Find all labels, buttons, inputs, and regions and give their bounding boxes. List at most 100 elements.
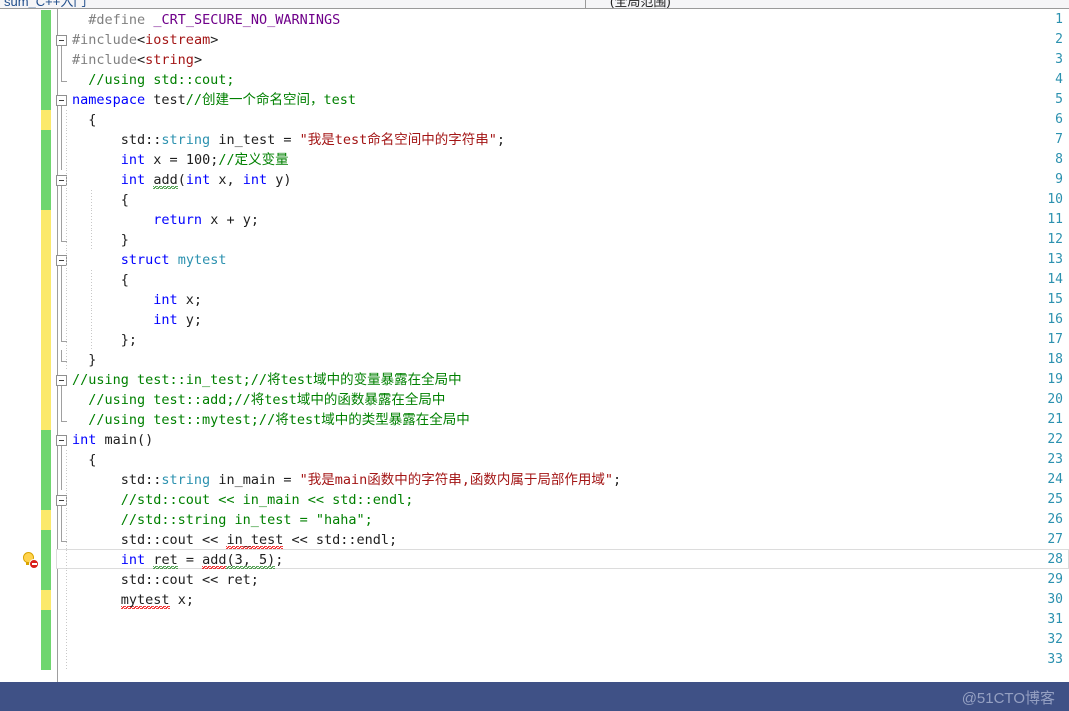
code-text[interactable]: return x + y;	[72, 210, 259, 230]
active-tab-label[interactable]: sum_C++入门	[4, 0, 86, 8]
fold-collapse-icon[interactable]	[56, 35, 67, 46]
code-row[interactable]: 6 {	[0, 110, 1069, 130]
code-row[interactable]: 9 int add(int x, int y)	[0, 170, 1069, 190]
fold-marker[interactable]	[52, 30, 74, 50]
code-text[interactable]: mytest x;	[72, 590, 194, 610]
fold-marker[interactable]	[52, 290, 74, 310]
code-row[interactable]: 12 }	[0, 230, 1069, 250]
code-row[interactable]: 27 std::cout << in_test << std::endl;	[0, 530, 1069, 550]
code-token: string	[161, 472, 211, 488]
code-row[interactable]: 1 #define _CRT_SECURE_NO_WARNINGS	[0, 10, 1069, 30]
fold-marker[interactable]	[52, 210, 74, 230]
code-text[interactable]: //using test::mytest;//将test域中的类型暴露在全局中	[72, 410, 469, 430]
fold-marker[interactable]	[52, 130, 74, 150]
fold-marker[interactable]	[52, 270, 74, 290]
code-row[interactable]: 11 return x + y;	[0, 210, 1069, 230]
code-row[interactable]: 14 {	[0, 270, 1069, 290]
code-text[interactable]: //using test::add;//将test域中的函数暴露在全局中	[72, 390, 445, 410]
code-text[interactable]: #include<string>	[72, 50, 202, 70]
code-row[interactable]: 22 int main()	[0, 430, 1069, 450]
fold-marker[interactable]	[52, 510, 74, 530]
code-row[interactable]: 13 struct mytest	[0, 250, 1069, 270]
code-row[interactable]: 29 std::cout << ret;	[0, 570, 1069, 590]
code-row[interactable]: 2 #include<iostream>	[0, 30, 1069, 50]
code-row[interactable]: 33	[0, 650, 1069, 670]
code-row[interactable]: 3 #include<string>	[0, 50, 1069, 70]
code-text[interactable]: std::string in_test = "我是test命名空间中的字符串";	[72, 130, 505, 150]
code-row[interactable]: 7 std::string in_test = "我是test命名空间中的字符串…	[0, 130, 1069, 150]
code-row[interactable]: 18 }	[0, 350, 1069, 370]
code-token: int	[242, 172, 268, 188]
code-text[interactable]: };	[72, 330, 137, 350]
fold-marker[interactable]	[52, 150, 74, 170]
code-row[interactable]: 30 mytest x;	[0, 590, 1069, 610]
code-text[interactable]: int main()	[72, 430, 153, 450]
fold-marker[interactable]	[52, 310, 74, 330]
code-row[interactable]: 10 {	[0, 190, 1069, 210]
fold-marker[interactable]	[52, 490, 74, 510]
fold-marker[interactable]	[52, 330, 74, 350]
fold-collapse-icon[interactable]	[56, 435, 67, 446]
code-text[interactable]: }	[72, 350, 96, 370]
code-text[interactable]: #include<iostream>	[72, 30, 218, 50]
code-row[interactable]: 25 //std::cout << in_main << std::endl;	[0, 490, 1069, 510]
code-text[interactable]: int add(int x, int y)	[72, 170, 292, 190]
fold-marker[interactable]	[52, 450, 74, 470]
code-editor[interactable]: 1 #define _CRT_SECURE_NO_WARNINGS 2 #inclu…	[0, 9, 1069, 682]
lightbulb-error-icon[interactable]	[22, 552, 39, 569]
code-text[interactable]: namespace test//创建一个命名空间，test	[72, 90, 356, 110]
code-row[interactable]: 15 int x;	[0, 290, 1069, 310]
code-row[interactable]: 24 std::string in_main = "我是main函数中的字符串,…	[0, 470, 1069, 490]
code-row[interactable]: 16 int y;	[0, 310, 1069, 330]
code-text[interactable]: struct mytest	[72, 250, 227, 270]
fold-collapse-icon[interactable]	[56, 375, 67, 386]
code-row[interactable]: 23 {	[0, 450, 1069, 470]
code-row[interactable]: 8 int x = 100;//定义变量	[0, 150, 1069, 170]
code-text[interactable]: std::cout << in_test << std::endl;	[72, 530, 397, 550]
fold-marker[interactable]	[52, 370, 74, 390]
code-text[interactable]: //using test::in_test;//将test域中的变量暴露在全局中	[72, 370, 462, 390]
fold-marker[interactable]	[52, 170, 74, 190]
fold-marker[interactable]	[52, 90, 74, 110]
code-text[interactable]: std::string in_main = "我是main函数中的字符串,函数内…	[72, 470, 621, 490]
code-text[interactable]: //std::string in_test = "haha";	[72, 510, 373, 530]
code-row[interactable]: 21 //using test::mytest;//将test域中的类型暴露在全…	[0, 410, 1069, 430]
fold-marker[interactable]	[52, 410, 74, 430]
fold-marker[interactable]	[52, 190, 74, 210]
scope-dropdown-label[interactable]: (全局范围)	[610, 0, 671, 8]
code-text[interactable]: {	[72, 110, 96, 130]
code-row[interactable]: 26 //std::string in_test = "haha";	[0, 510, 1069, 530]
fold-marker[interactable]	[52, 110, 74, 130]
code-row[interactable]: 4 //using std::cout;	[0, 70, 1069, 90]
line-number: 19	[1047, 372, 1063, 387]
code-row[interactable]: 32	[0, 630, 1069, 650]
fold-marker[interactable]	[52, 530, 74, 550]
code-text[interactable]: int ret = add(3, 5);	[72, 550, 283, 570]
code-row[interactable]: 28 int ret = add(3, 5);	[0, 550, 1069, 570]
code-text[interactable]: {	[72, 270, 129, 290]
code-text[interactable]: {	[72, 190, 129, 210]
fold-marker[interactable]	[52, 230, 74, 250]
code-text[interactable]: int x = 100;//定义变量	[72, 150, 289, 170]
code-row[interactable]: 5 namespace test//创建一个命名空间，test	[0, 90, 1069, 110]
code-row[interactable]: 31	[0, 610, 1069, 630]
code-text[interactable]: std::cout << ret;	[72, 570, 259, 590]
code-text[interactable]: {	[72, 450, 96, 470]
fold-marker[interactable]	[52, 350, 74, 370]
fold-marker[interactable]	[52, 390, 74, 410]
code-text[interactable]: //using std::cout;	[72, 70, 234, 90]
code-text[interactable]: #define _CRT_SECURE_NO_WARNINGS	[72, 10, 340, 30]
code-text[interactable]: //std::cout << in_main << std::endl;	[72, 490, 414, 510]
code-token: test	[145, 92, 186, 108]
fold-marker[interactable]	[52, 70, 74, 90]
fold-marker[interactable]	[52, 470, 74, 490]
code-token: int	[120, 172, 146, 188]
code-text[interactable]: }	[72, 230, 129, 250]
fold-marker[interactable]	[52, 430, 74, 450]
code-row[interactable]: 17 };	[0, 330, 1069, 350]
code-row[interactable]: 19 //using test::in_test;//将test域中的变量暴露在全…	[0, 370, 1069, 390]
fold-marker[interactable]	[52, 250, 74, 270]
fold-collapse-icon[interactable]	[56, 95, 67, 106]
code-row[interactable]: 20 //using test::add;//将test域中的函数暴露在全局中	[0, 390, 1069, 410]
fold-marker[interactable]	[52, 50, 74, 70]
